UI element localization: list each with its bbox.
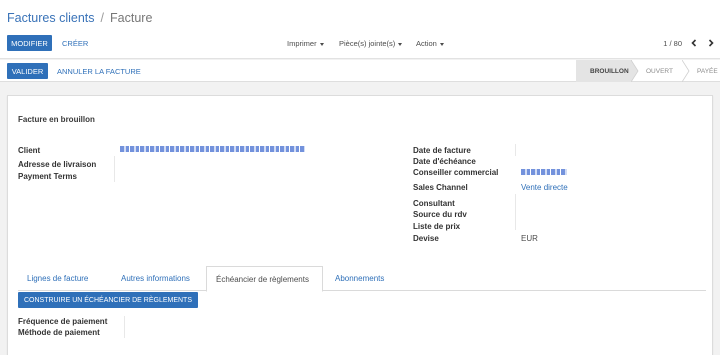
chevron-right-icon[interactable] <box>706 38 716 48</box>
action-label: Action <box>416 39 437 48</box>
stage-label: OUVERT <box>646 67 673 75</box>
stage-label: PAYÉE <box>697 67 718 75</box>
breadcrumb-separator: / <box>100 11 105 25</box>
stage-draft[interactable]: BROUILLON <box>576 60 639 82</box>
field-divider <box>114 156 115 182</box>
pager-value[interactable]: 1 / 80 <box>663 39 682 48</box>
payment-method-label: Méthode de paiement <box>18 328 100 337</box>
action-dropdown[interactable]: Action <box>416 39 444 48</box>
sales-channel-label: Sales Channel <box>413 183 468 192</box>
consultant-label: Consultant <box>413 199 455 208</box>
stage-arrow-icon <box>682 60 690 82</box>
salesperson-value-redacted[interactable] <box>521 169 567 175</box>
print-label: Imprimer <box>287 39 317 48</box>
stage-open[interactable]: OUVERT <box>632 60 690 82</box>
stage-arrow-icon <box>631 60 639 82</box>
appointment-source-label: Source du rdv <box>413 210 467 219</box>
tab-payment-schedule[interactable]: Échéancier de règlements <box>206 266 323 292</box>
invoice-date-label: Date de facture <box>413 146 471 155</box>
client-label: Client <box>18 146 41 155</box>
stage-pipeline: BROUILLON OUVERT PAYÉE <box>576 60 720 82</box>
field-divider <box>515 144 516 156</box>
breadcrumb: Factures clients / Facture <box>7 11 152 25</box>
build-payment-schedule-button[interactable]: CONSTRUIRE UN ÉCHÉANCIER DE RÈGLEMENTS <box>18 292 198 308</box>
attachments-label: Pièce(s) jointe(s) <box>339 39 396 48</box>
delivery-address-label: Adresse de livraison <box>18 160 97 169</box>
currency-value[interactable]: EUR <box>521 234 538 243</box>
breadcrumb-current: Facture <box>110 11 153 25</box>
attachments-dropdown[interactable]: Pièce(s) jointe(s) <box>339 39 403 48</box>
breadcrumb-parent-link[interactable]: Factures clients <box>7 11 95 25</box>
notebook-tabs: Lignes de facture Autres informations Éc… <box>18 266 706 292</box>
payment-frequency-label: Fréquence de paiement <box>18 317 108 326</box>
payment-terms-label: Payment Terms <box>18 172 77 181</box>
invoice-sheet: Facture en brouillon Client Adresse de l… <box>7 95 713 355</box>
salesperson-label: Conseiller commercial <box>413 168 499 177</box>
cancel-invoice-button[interactable]: ANNULER LA FACTURE <box>57 67 141 76</box>
client-value-redacted[interactable] <box>120 146 305 152</box>
control-panel: Factures clients / Facture MODIFIER CRÉER … <box>0 0 720 59</box>
validate-button[interactable]: VALIDER <box>7 63 48 79</box>
tab-other-info[interactable]: Autres informations <box>112 266 199 291</box>
caret-down-icon <box>398 42 403 46</box>
field-divider <box>515 194 516 230</box>
edit-button[interactable]: MODIFIER <box>7 35 52 51</box>
currency-label: Devise <box>413 234 439 243</box>
due-date-label: Date d'échéance <box>413 157 476 166</box>
tab-subscriptions[interactable]: Abonnements <box>326 266 393 291</box>
print-dropdown[interactable]: Imprimer <box>287 39 324 48</box>
sales-channel-value[interactable]: Vente directe <box>521 183 568 192</box>
caret-down-icon <box>439 42 444 46</box>
stage-label: BROUILLON <box>590 67 629 75</box>
invoice-state-title: Facture en brouillon <box>18 115 95 124</box>
chevron-left-icon[interactable] <box>689 38 699 48</box>
create-button[interactable]: CRÉER <box>62 39 88 48</box>
pricelist-label: Liste de prix <box>413 222 461 231</box>
tab-invoice-lines[interactable]: Lignes de facture <box>18 266 97 291</box>
caret-down-icon <box>319 42 324 46</box>
status-bar: VALIDER ANNULER LA FACTURE BROUILLON OUV… <box>0 60 720 82</box>
field-divider <box>124 316 125 338</box>
